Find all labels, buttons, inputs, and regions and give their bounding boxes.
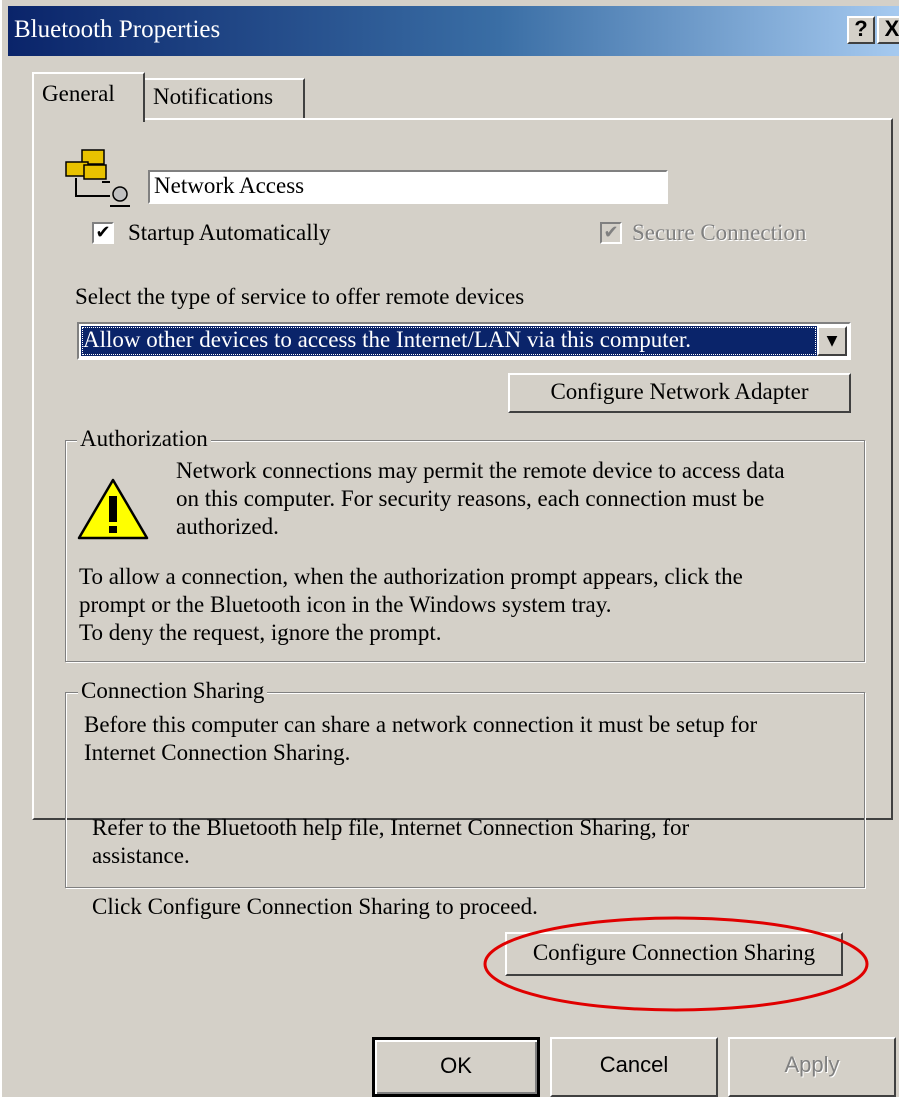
- authorization-info-line3: To deny the request, ignore the prompt.: [79, 620, 442, 645]
- authorization-legend: Authorization: [77, 426, 211, 452]
- startup-automatically-label[interactable]: Startup Automatically: [128, 220, 331, 246]
- service-type-select[interactable]: Allow other devices to access the Intern…: [77, 322, 851, 360]
- sharing-paragraph2-line1: Refer to the Bluetooth help file, Intern…: [92, 815, 690, 840]
- secure-connection-checkbox: ✔: [600, 222, 622, 244]
- secure-connection-label: Secure Connection: [632, 220, 807, 245]
- sharing-paragraph1-line1: Before this computer can share a network…: [84, 712, 758, 737]
- authorization-warning-line1: Network connections may permit the remot…: [176, 458, 785, 483]
- authorization-warning-line3: authorized.: [176, 514, 279, 539]
- warning-icon: [77, 478, 149, 540]
- help-button[interactable]: ?: [847, 16, 875, 44]
- startup-automatically-checkbox[interactable]: ✔: [92, 222, 114, 244]
- network-service-icon: [65, 149, 130, 207]
- configure-network-adapter-label: Configure Network Adapter: [550, 379, 809, 404]
- service-name-input[interactable]: Network Access: [148, 170, 668, 204]
- configure-network-adapter-button[interactable]: Configure Network Adapter: [508, 373, 851, 413]
- tab-general[interactable]: General: [32, 72, 145, 122]
- authorization-info-line1: To allow a connection, when the authoriz…: [79, 564, 743, 589]
- configure-connection-sharing-label: Configure Connection Sharing: [532, 940, 816, 965]
- title-bar[interactable]: Bluetooth Properties ? X: [8, 6, 899, 56]
- authorization-warning-line2: on this computer. For security reasons, …: [176, 486, 765, 511]
- authorization-info-line2: prompt or the Bluetooth icon in the Wind…: [79, 592, 612, 617]
- bluetooth-properties-dialog: Bluetooth Properties ? X General Notific…: [0, 0, 899, 1097]
- cancel-button[interactable]: Cancel: [550, 1037, 718, 1097]
- ok-button[interactable]: OK: [372, 1037, 540, 1097]
- chevron-down-icon[interactable]: ▼: [817, 326, 847, 356]
- service-type-prompt: Select the type of service to offer remo…: [75, 284, 525, 309]
- window-title: Bluetooth Properties: [14, 16, 221, 43]
- tab-notifications[interactable]: Notifications: [143, 78, 305, 120]
- sharing-paragraph1-line2: Internet Connection Sharing.: [84, 740, 351, 765]
- connection-sharing-legend: Connection Sharing: [78, 678, 268, 704]
- apply-button: Apply: [728, 1037, 896, 1097]
- close-button[interactable]: X: [877, 16, 899, 44]
- sharing-paragraph3: Click Configure Connection Sharing to pr…: [92, 894, 538, 919]
- sharing-paragraph2-line2: assistance.: [92, 843, 190, 868]
- configure-connection-sharing-button[interactable]: Configure Connection Sharing: [505, 932, 843, 976]
- service-type-selected-value[interactable]: Allow other devices to access the Intern…: [81, 326, 817, 356]
